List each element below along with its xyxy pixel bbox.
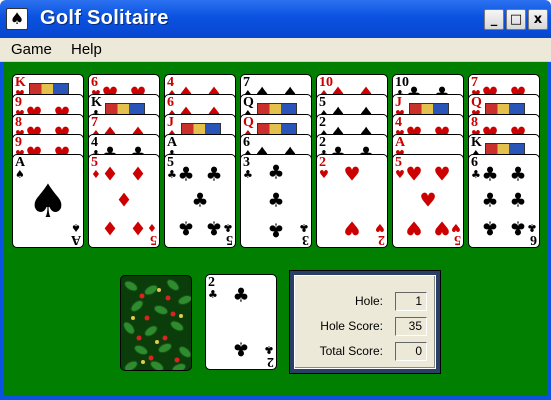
card-pip-icon: ♣ — [267, 218, 285, 241]
card-back-holly-pattern-icon — [121, 276, 191, 370]
card-suit-icon: ♣ — [208, 288, 218, 301]
card-pip-icon: ♥ — [433, 216, 451, 239]
waste-pile-card[interactable]: 2 ♣ 2 ♣ ♣ ♣ — [205, 274, 277, 370]
tableau-top-card[interactable]: 2 ♥ 2 ♥ ♥ ♥ — [316, 154, 388, 248]
card-suit-icon: ♣ — [299, 221, 309, 234]
card-pip-icon: ♥ — [405, 163, 423, 186]
card-suit-icon: ♥ — [451, 221, 461, 234]
card-suit-icon: ♣ — [243, 168, 253, 181]
card-suit-icon: ♣ — [167, 168, 177, 181]
card-pip-icon: ♦ — [115, 189, 133, 212]
card-suit-icon: ♦ — [91, 168, 101, 181]
card-pip-icon: ♣ — [481, 216, 499, 239]
maximize-button[interactable]: □ — [506, 9, 526, 30]
card-rank: 5 — [454, 232, 461, 247]
tableau-top-card[interactable]: 5 ♣ 5 ♣ ♣ ♣ ♣ ♣ ♣ — [164, 154, 236, 248]
menu-game[interactable]: Game — [11, 41, 52, 58]
hole-value: 1 — [395, 292, 427, 311]
score-inner-panel: Hole: 1 Hole Score: 35 Total Score: 0 — [294, 275, 436, 369]
hole-label: Hole: — [354, 294, 383, 308]
card-pip-icon: ♦ — [129, 216, 147, 239]
card-pip-icon: ♥ — [343, 163, 361, 186]
stock-pile[interactable] — [120, 275, 192, 371]
card-pip-icon: ♦ — [129, 163, 147, 186]
close-button[interactable]: x — [528, 9, 548, 30]
card-pip-icon: ♦ — [101, 216, 119, 239]
card-pip-icon: ♣ — [205, 216, 223, 239]
card-pip-icon: ♥ — [419, 189, 437, 212]
card-pip-icon: ♥ — [343, 216, 361, 239]
card-pip-icon: ♣ — [177, 216, 195, 239]
card-pip-icon: ♣ — [177, 163, 195, 186]
card-pip-icon: ♣ — [509, 163, 527, 186]
tableau-top-card[interactable]: 5 ♦ 5 ♦ ♦ ♦ ♦ ♦ ♦ — [88, 154, 160, 248]
card-rank: 3 — [302, 232, 309, 247]
card-pip-icon: ♣ — [232, 337, 250, 360]
card-rank: 5 — [226, 232, 233, 247]
hole-score-label: Hole Score: — [320, 319, 383, 333]
card-suit-icon: ♠ — [15, 168, 25, 181]
spade-card-icon[interactable]: ♠ — [6, 8, 28, 30]
total-score-value: 0 — [395, 342, 427, 361]
card-pip-icon: ♣ — [267, 189, 285, 212]
tableau-top-card[interactable]: A ♠ A ♠ ♠ — [12, 154, 84, 248]
card-pip-icon: ♣ — [232, 284, 250, 307]
card-rank: 5 — [150, 232, 157, 247]
card-suit-icon: ♥ — [395, 168, 405, 181]
card-suit-icon: ♦ — [147, 221, 157, 234]
card-suit-icon: ♣ — [223, 221, 233, 234]
card-pip-icon: ♥ — [405, 216, 423, 239]
card-suit-icon: ♥ — [375, 221, 385, 234]
tableau-top-card[interactable]: 3 ♣ 3 ♣ ♣ ♣ ♣ — [240, 154, 312, 248]
card-suit-icon: ♣ — [527, 221, 537, 234]
tableau-top-card[interactable]: 5 ♥ 5 ♥ ♥ ♥ ♥ ♥ ♥ — [392, 154, 464, 248]
card-pip-icon: ♣ — [481, 189, 499, 212]
card-rank: A — [70, 232, 81, 247]
total-score-label: Total Score: — [319, 344, 383, 358]
card-pip-icon: ♣ — [481, 163, 499, 186]
minimize-button[interactable]: _ — [484, 9, 504, 30]
card-suit-icon: ♣ — [471, 168, 481, 181]
card-rank: 2 — [267, 354, 274, 369]
card-suit-icon: ♥ — [319, 168, 329, 181]
card-pip-icon: ♣ — [267, 161, 285, 184]
window-title: Golf Solitaire — [40, 7, 169, 29]
menu-help[interactable]: Help — [71, 41, 102, 58]
card-pip-icon: ♣ — [509, 189, 527, 212]
title-bar: ♠ Golf Solitaire _ □ x — [0, 0, 551, 38]
hole-score-value: 35 — [395, 317, 427, 336]
card-pip-icon: ♦ — [101, 163, 119, 186]
card-suit-icon: ♠ — [71, 221, 81, 234]
card-pip-icon: ♣ — [205, 163, 223, 186]
ace-suit-icon: ♠ — [27, 174, 69, 228]
card-rank: 2 — [378, 232, 385, 247]
card-suit-icon: ♣ — [264, 343, 274, 356]
card-rank: 6 — [530, 232, 537, 247]
card-pip-icon: ♣ — [191, 189, 209, 212]
score-panel: Hole: 1 Hole Score: 35 Total Score: 0 — [289, 270, 441, 374]
tableau-top-card[interactable]: 6 ♣ 6 ♣ ♣ ♣ ♣ ♣ ♣ ♣ — [468, 154, 540, 248]
menu-bar: Game Help — [0, 38, 551, 62]
card-pip-icon: ♥ — [433, 163, 451, 186]
card-pip-icon: ♣ — [509, 216, 527, 239]
